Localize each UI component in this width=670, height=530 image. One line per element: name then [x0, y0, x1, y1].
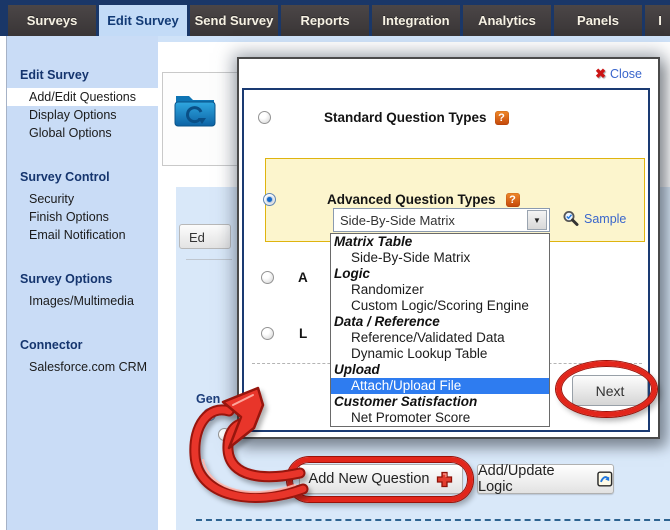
logic-book-icon — [597, 471, 613, 487]
general-label-truncated: Gen — [196, 392, 220, 406]
sidebar-section-survey-control: Survey ControlSecurityFinish OptionsEmai… — [7, 168, 158, 244]
close-icon[interactable]: ✖ — [595, 66, 606, 82]
sidebar: Edit SurveyAdd/Edit QuestionsDisplay Opt… — [7, 36, 158, 530]
standard-question-types-radio[interactable] — [258, 111, 271, 124]
close-button[interactable]: ✖ Close — [595, 66, 642, 82]
sidebar-item-add-edit-questions[interactable]: Add/Edit Questions — [7, 88, 158, 106]
dropdown-item-net-promoter-score[interactable]: Net Promoter Score — [331, 410, 549, 426]
dropdown-group-matrix-table: Matrix Table — [331, 234, 549, 250]
sidebar-item-global-options[interactable]: Global Options — [7, 124, 158, 142]
select-dropdown-arrow-icon[interactable]: ▼ — [527, 210, 547, 230]
question-type-dropdown-list: Matrix TableSide-By-Side MatrixLogicRand… — [330, 233, 550, 427]
next-button[interactable]: Next — [572, 375, 648, 406]
close-label: Close — [610, 67, 642, 81]
advanced-question-types-option: Advanced Question Types ? — [263, 192, 520, 207]
advanced-question-types-radio[interactable] — [263, 193, 276, 206]
sidebar-item-images-multimedia[interactable]: Images/Multimedia — [7, 292, 158, 310]
app-window: SurveysEdit SurveySend SurveyReportsInte… — [0, 0, 670, 530]
standard-question-types-option: Standard Question Types ? — [258, 110, 509, 125]
page-dashed-divider — [196, 519, 670, 521]
third-option-row: A — [261, 270, 308, 285]
dropdown-item-side-by-side-matrix[interactable]: Side-By-Side Matrix — [331, 250, 549, 266]
add-question-modal: ✖ Close Standard Question Types ? Advanc… — [237, 57, 660, 439]
magnifier-sample-icon — [561, 210, 579, 227]
tab-panels[interactable]: Panels — [554, 5, 642, 36]
add-new-question-button[interactable]: Add New Question — [299, 464, 463, 494]
tab-reports[interactable]: Reports — [281, 5, 369, 36]
sample-link[interactable]: Sample — [561, 210, 626, 227]
dropdown-item-attach-upload-file[interactable]: Attach/Upload File — [331, 378, 549, 394]
blue-folder-refresh-icon — [173, 89, 217, 129]
help-icon[interactable]: ? — [506, 193, 520, 207]
tab-edit-survey[interactable]: Edit Survey — [99, 5, 187, 36]
tab-surveys[interactable]: Surveys — [8, 5, 96, 36]
tab-truncated[interactable]: I — [645, 5, 670, 36]
standard-question-types-label: Standard Question Types — [324, 110, 487, 125]
third-option-radio[interactable] — [261, 271, 274, 284]
sidebar-section-survey-options: Survey OptionsImages/Multimedia — [7, 270, 158, 310]
third-option-label-fragment: A — [298, 270, 308, 285]
fourth-option-radio[interactable] — [261, 327, 274, 340]
add-update-logic-label: Add/Update Logic — [478, 463, 590, 495]
advanced-question-types-label: Advanced Question Types — [327, 192, 496, 207]
sidebar-item-security[interactable]: Security — [7, 190, 158, 208]
dropdown-item-dynamic-lookup-table[interactable]: Dynamic Lookup Table — [331, 346, 549, 362]
question-type-select-value: Side-By-Side Matrix — [334, 213, 527, 228]
sidebar-item-salesforce-com-crm[interactable]: Salesforce.com CRM — [7, 358, 158, 376]
fourth-option-row: L — [261, 326, 307, 341]
sidebar-section-edit-survey: Edit SurveyAdd/Edit QuestionsDisplay Opt… — [7, 66, 158, 142]
panel-separator — [186, 259, 232, 260]
add-update-logic-button[interactable]: Add/Update Logic — [477, 464, 614, 494]
red-plus-icon — [436, 471, 453, 488]
dropdown-group-data-reference: Data / Reference — [331, 314, 549, 330]
tab-send-survey[interactable]: Send Survey — [190, 5, 278, 36]
dropdown-group-customer-satisfaction: Customer Satisfaction — [331, 394, 549, 410]
add-new-question-label: Add New Question — [309, 471, 430, 487]
question-type-select[interactable]: Side-By-Side Matrix ▼ — [333, 208, 550, 232]
page-radio-selected[interactable] — [203, 408, 216, 421]
sidebar-section-title-edit-survey: Edit Survey — [7, 66, 158, 88]
tab-analytics[interactable]: Analytics — [463, 5, 551, 36]
sidebar-section-title-survey-control: Survey Control — [7, 168, 158, 190]
dropdown-group-upload: Upload — [331, 362, 549, 378]
dropdown-item-reference-validated-data[interactable]: Reference/Validated Data — [331, 330, 549, 346]
sidebar-section-title-connector: Connector — [7, 336, 158, 358]
sidebar-section-title-survey-options: Survey Options — [7, 270, 158, 292]
dropdown-group-logic: Logic — [331, 266, 549, 282]
nav-tabs: SurveysEdit SurveySend SurveyReportsInte… — [8, 5, 670, 36]
tab-integration[interactable]: Integration — [372, 5, 460, 36]
sidebar-section-connector: ConnectorSalesforce.com CRM — [7, 336, 158, 376]
sample-label: Sample — [584, 212, 626, 226]
fourth-option-label-fragment: L — [299, 326, 307, 341]
dropdown-item-randomizer[interactable]: Randomizer — [331, 282, 549, 298]
sidebar-item-display-options[interactable]: Display Options — [7, 106, 158, 124]
top-nav: SurveysEdit SurveySend SurveyReportsInte… — [0, 0, 670, 36]
edit-button-truncated[interactable]: Ed — [179, 224, 231, 249]
sidebar-item-email-notification[interactable]: Email Notification — [7, 226, 158, 244]
sidebar-item-finish-options[interactable]: Finish Options — [7, 208, 158, 226]
dropdown-item-custom-logic-scoring-engine[interactable]: Custom Logic/Scoring Engine — [331, 298, 549, 314]
help-icon[interactable]: ? — [495, 111, 509, 125]
left-gutter — [0, 36, 7, 530]
